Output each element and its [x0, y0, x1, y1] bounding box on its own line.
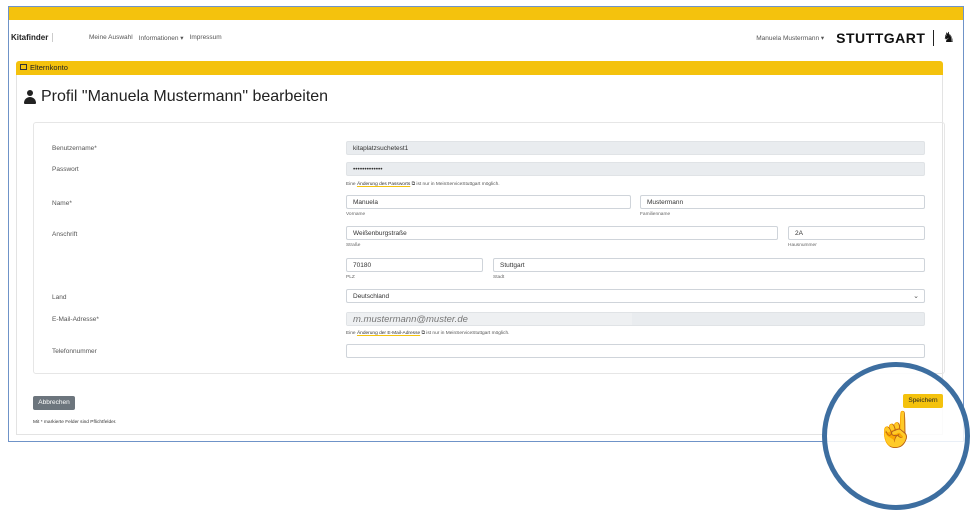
password-label: Passwort [52, 166, 79, 173]
email-hint-suffix: ist nur in MeinServiceStuttgart möglich. [426, 331, 510, 336]
country-select-value: Deutschland [353, 293, 390, 300]
house-number-sub: Hausnummer [788, 243, 817, 248]
page-title-text: Profil "Manuela Mustermann" bearbeiten [41, 88, 329, 105]
first-name-sub: Vorname [346, 212, 366, 217]
external-link-icon: ⧉ [411, 182, 416, 187]
username-field: kitaplatzsuchetest1 [346, 141, 925, 155]
nav-meine-auswahl[interactable]: Meine Auswahl [89, 34, 133, 42]
password-change-link[interactable]: Änderung des Passworts [357, 182, 410, 187]
password-hint-suffix: ist nur in MeinServiceStuttgart möglich. [416, 182, 500, 187]
house-number-input[interactable]: 2A [788, 226, 925, 240]
main-navbar: Kitafinder Meine Auswahl Informationen ▾… [9, 27, 963, 53]
card-header: Elternkonto [16, 61, 943, 75]
phone-label: Telefonnummer [52, 348, 97, 355]
user-icon [24, 90, 36, 104]
street-input[interactable]: Weißenburgstraße [346, 226, 778, 240]
email-label: E-Mail-Adresse* [52, 316, 99, 323]
zip-input[interactable]: 70180 [346, 258, 483, 272]
password-field: ••••••••••••• [346, 162, 925, 176]
email-field: m.mustermann@muster.de [346, 312, 925, 326]
first-name-input[interactable]: Manuela [346, 195, 631, 209]
stuttgart-logo: STUTTGART [836, 29, 926, 46]
email-hint: Eine Änderung der E-Mail-Adresse ⧉ ist n… [346, 330, 509, 336]
external-link-icon: ⧉ [421, 331, 425, 336]
phone-input[interactable] [346, 344, 925, 358]
address-label: Anschrift [52, 231, 78, 238]
city-sub: Stadt [493, 275, 505, 280]
last-name-sub: Familienname [640, 212, 671, 217]
card-header-label: Elternkonto [30, 63, 68, 72]
logo-divider [933, 29, 935, 46]
email-hint-prefix: Eine [346, 331, 356, 336]
brand-link[interactable]: Kitafinder [11, 33, 54, 42]
top-accent-bar [9, 7, 963, 20]
required-fields-note: Mit * markierte Felder sind Pflichtfelde… [33, 420, 117, 425]
country-select[interactable]: Deutschland ⌄ [346, 289, 925, 303]
email-change-link[interactable]: Änderung der E-Mail-Adresse [357, 331, 420, 336]
country-label: Land [52, 294, 67, 301]
nav-links: Meine Auswahl Informationen ▾ Impressum [89, 34, 222, 42]
username-label: Benutzername* [52, 145, 97, 152]
email-value: m.mustermann@muster.de [353, 314, 468, 325]
name-label: Name* [52, 200, 72, 207]
street-sub: Straße [346, 243, 361, 248]
nav-impressum[interactable]: Impressum [190, 34, 222, 42]
pointing-hand-click-icon: ☝ [875, 411, 918, 449]
cancel-button[interactable]: Abbrechen [33, 396, 75, 410]
city-input[interactable]: Stuttgart [493, 258, 925, 272]
id-card-icon [20, 64, 27, 70]
nav-right: Manuela Mustermann ▾ STUTTGART ♞ [756, 29, 955, 46]
profile-form [33, 122, 945, 374]
nav-informationen[interactable]: Informationen ▾ [139, 34, 184, 42]
page-title: Profil "Manuela Mustermann" bearbeiten [24, 88, 328, 106]
last-name-input[interactable]: Mustermann [640, 195, 925, 209]
password-hint-prefix: Eine [346, 182, 356, 187]
chevron-down-icon: ⌄ [913, 293, 919, 300]
zip-sub: PLZ [346, 275, 355, 280]
save-button[interactable]: Speichern [903, 394, 943, 408]
user-menu[interactable]: Manuela Mustermann ▾ [756, 34, 824, 42]
password-hint: Eine Änderung des Passworts ⧉ ist nur in… [346, 181, 500, 187]
horse-emblem-icon: ♞ [942, 29, 955, 45]
